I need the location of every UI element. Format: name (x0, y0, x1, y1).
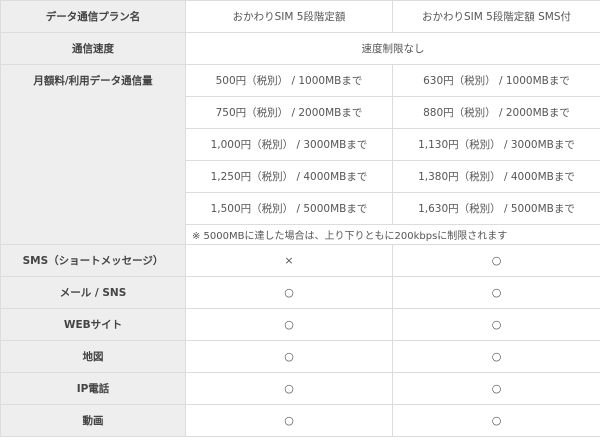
feature-mark-plan-a: ○ (185, 372, 393, 405)
header-row: データ通信プラン名 おかわりSIM 5段階定額 おかわりSIM 5段階定額 SM… (0, 0, 600, 33)
fee-cell-plan-a: 750円（税別） / 2000MBまで (185, 96, 393, 129)
feature-label-cell: 動画 (0, 404, 186, 437)
feature-mark-plan-a: ○ (185, 276, 393, 309)
feature-mark-plan-a: ○ (185, 340, 393, 373)
feature-mark-plan-b: ○ (392, 404, 600, 437)
fee-cell-plan-b: 1,130円（税別） / 3000MBまで (392, 128, 600, 161)
feature-label-cell: IP電話 (0, 372, 186, 405)
fee-cell-plan-a: 1,250円（税別） / 4000MBまで (185, 160, 393, 193)
fee-cell-plan-a: 1,500円（税別） / 5000MBまで (185, 192, 393, 225)
feature-label-cell: SMS（ショートメッセージ） (0, 244, 186, 277)
feature-mark-plan-a: × (185, 244, 393, 277)
fees-label-cell: 月額料/利用データ通信量 (0, 64, 186, 245)
fee-cell-plan-b: 1,380円（税別） / 4000MBまで (392, 160, 600, 193)
feature-row: 動画 ○ ○ (0, 404, 600, 437)
speed-value-cell: 速度制限なし (185, 32, 600, 65)
feature-row: メール / SNS ○ ○ (0, 276, 600, 309)
feature-mark-plan-b: ○ (392, 340, 600, 373)
feature-mark-plan-a: ○ (185, 308, 393, 341)
fee-cell-plan-b: 630円（税別） / 1000MBまで (392, 64, 600, 97)
feature-mark-plan-b: ○ (392, 372, 600, 405)
feature-row: IP電話 ○ ○ (0, 372, 600, 405)
fee-row: 月額料/利用データ通信量 500円（税別） / 1000MBまで 630円（税別… (0, 64, 600, 245)
speed-label-cell: 通信速度 (0, 32, 186, 65)
feature-row: 地図 ○ ○ (0, 340, 600, 373)
feature-mark-plan-a: ○ (185, 404, 393, 437)
feature-label-cell: 地図 (0, 340, 186, 373)
feature-mark-plan-b: ○ (392, 276, 600, 309)
fee-cell-plan-b: 880円（税別） / 2000MBまで (392, 96, 600, 129)
feature-label-cell: WEBサイト (0, 308, 186, 341)
plan-a-name-cell: おかわりSIM 5段階定額 (185, 0, 393, 33)
feature-mark-plan-b: ○ (392, 244, 600, 277)
fee-cell-plan-b: 1,630円（税別） / 5000MBまで (392, 192, 600, 225)
speed-row: 通信速度 速度制限なし (0, 32, 600, 65)
header-label-cell: データ通信プラン名 (0, 0, 186, 33)
feature-row: SMS（ショートメッセージ） × ○ (0, 244, 600, 277)
feature-mark-plan-b: ○ (392, 308, 600, 341)
plan-comparison-table: データ通信プラン名 おかわりSIM 5段階定額 おかわりSIM 5段階定額 SM… (0, 0, 600, 437)
fee-cell-plan-a: 500円（税別） / 1000MBまで (185, 64, 393, 97)
fee-note-cell: ※ 5000MBに達した場合は、上り下りともに200kbpsに制限されます (185, 224, 600, 245)
fee-cell-plan-a: 1,000円（税別） / 3000MBまで (185, 128, 393, 161)
plan-b-name-cell: おかわりSIM 5段階定額 SMS付 (392, 0, 600, 33)
feature-row: WEBサイト ○ ○ (0, 308, 600, 341)
feature-label-cell: メール / SNS (0, 276, 186, 309)
